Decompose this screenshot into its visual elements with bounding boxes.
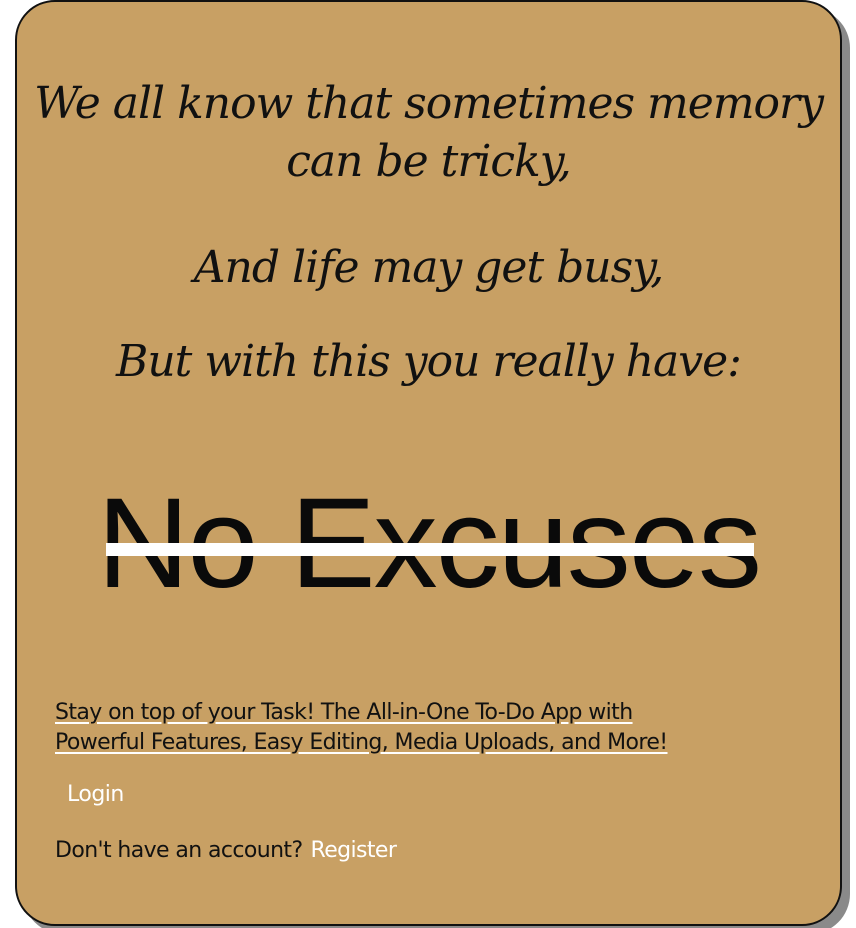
poem-line-2: can be tricky, <box>286 136 571 187</box>
strikethrough-bar <box>106 543 754 556</box>
poem-line-1: We all know that sometimes memory <box>34 78 824 129</box>
no-account-text: Don't have an account? <box>55 838 303 863</box>
register-link[interactable]: Register <box>311 838 397 863</box>
tagline: Stay on top of your Task! The All-in-One… <box>55 698 755 758</box>
poem-line-3: And life may get busy, <box>193 242 664 293</box>
tagline-line-1: Stay on top of your Task! The All-in-One… <box>55 700 633 725</box>
poem-line-4: But with this you really have: <box>116 336 742 387</box>
tagline-line-2: Powerful Features, Easy Editing, Media U… <box>55 730 668 755</box>
login-link[interactable]: Login <box>67 782 124 807</box>
register-prompt: Don't have an account? Register <box>55 838 397 863</box>
landing-card: We all know that sometimes memory can be… <box>15 0 842 926</box>
